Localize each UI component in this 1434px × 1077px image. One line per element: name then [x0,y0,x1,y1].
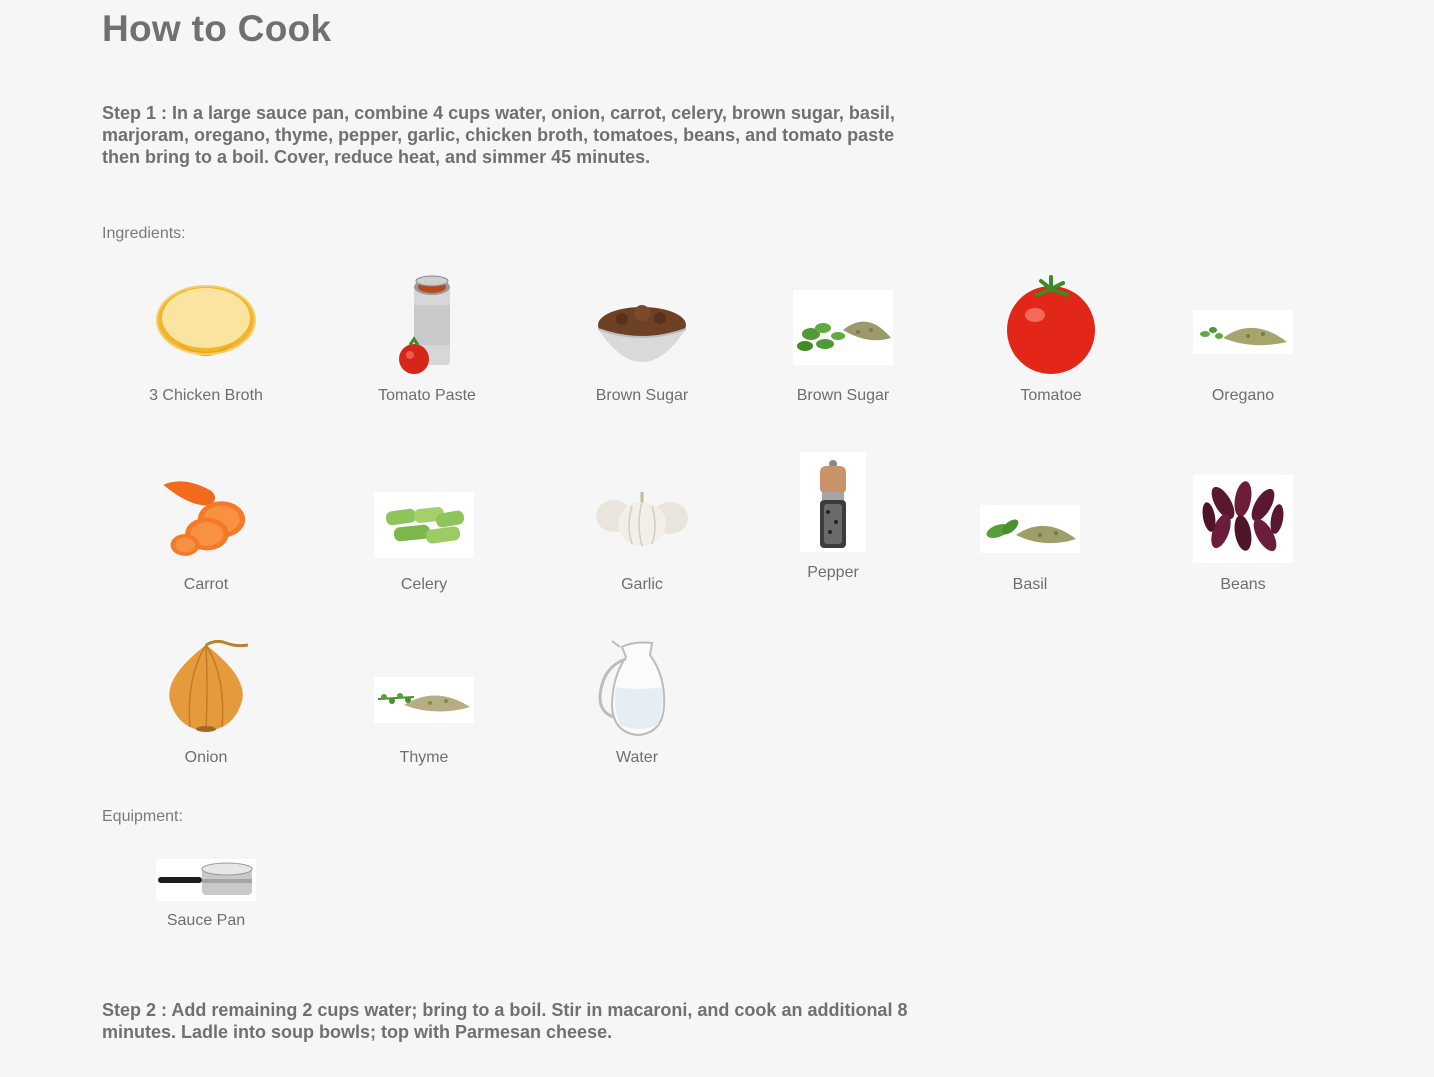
ingredient-label: Brown Sugar [595,387,689,404]
sauce-pan-icon [156,800,256,901]
ingredient-label: Beans [1220,576,1266,593]
tomato-icon [1001,275,1101,375]
ingredient-label: Onion [184,749,228,766]
step-1-text: Step 1 : In a large sauce pan, combine 4… [102,103,895,167]
ingredient-label: 3 Chicken Broth [149,387,263,404]
ingredient-label: Oregano [1211,387,1275,404]
step-2-text: Step 2 : Add remaining 2 cups water; bri… [102,1000,908,1042]
ingredient-label: Thyme [399,749,449,766]
page-title: How to Cook [102,8,332,49]
ingredient-label: Celery [400,576,448,593]
basil-icon [980,464,1080,564]
oregano-icon [1193,275,1293,375]
ingredient-label: Tomatoe [1020,387,1082,404]
kidney-beans-icon [1193,464,1293,564]
ingredients-label: Ingredients: [102,225,186,242]
tomato-can-icon [377,275,477,375]
water-jug-icon [587,637,687,737]
equipment-label-text: Sauce Pan [166,912,246,929]
celery-icon [374,464,474,564]
ingredient-label: Brown Sugar [796,387,890,404]
ingredient-label: Pepper [807,564,859,581]
ingredient-label: Carrot [183,576,229,593]
carrot-icon [156,464,256,564]
thyme-icon [374,637,474,737]
pepper-grinder-icon [783,452,883,552]
herb-leaves-icon [793,275,893,375]
brown-sugar-bowl-icon [592,275,692,375]
broth-bowl-icon [156,275,256,375]
garlic-icon [592,464,692,564]
ingredient-label: Garlic [621,576,663,593]
onion-icon [156,637,256,737]
ingredient-label: Basil [1012,576,1048,593]
ingredient-label: Water [615,749,659,766]
ingredient-label: Tomato Paste [378,387,476,404]
